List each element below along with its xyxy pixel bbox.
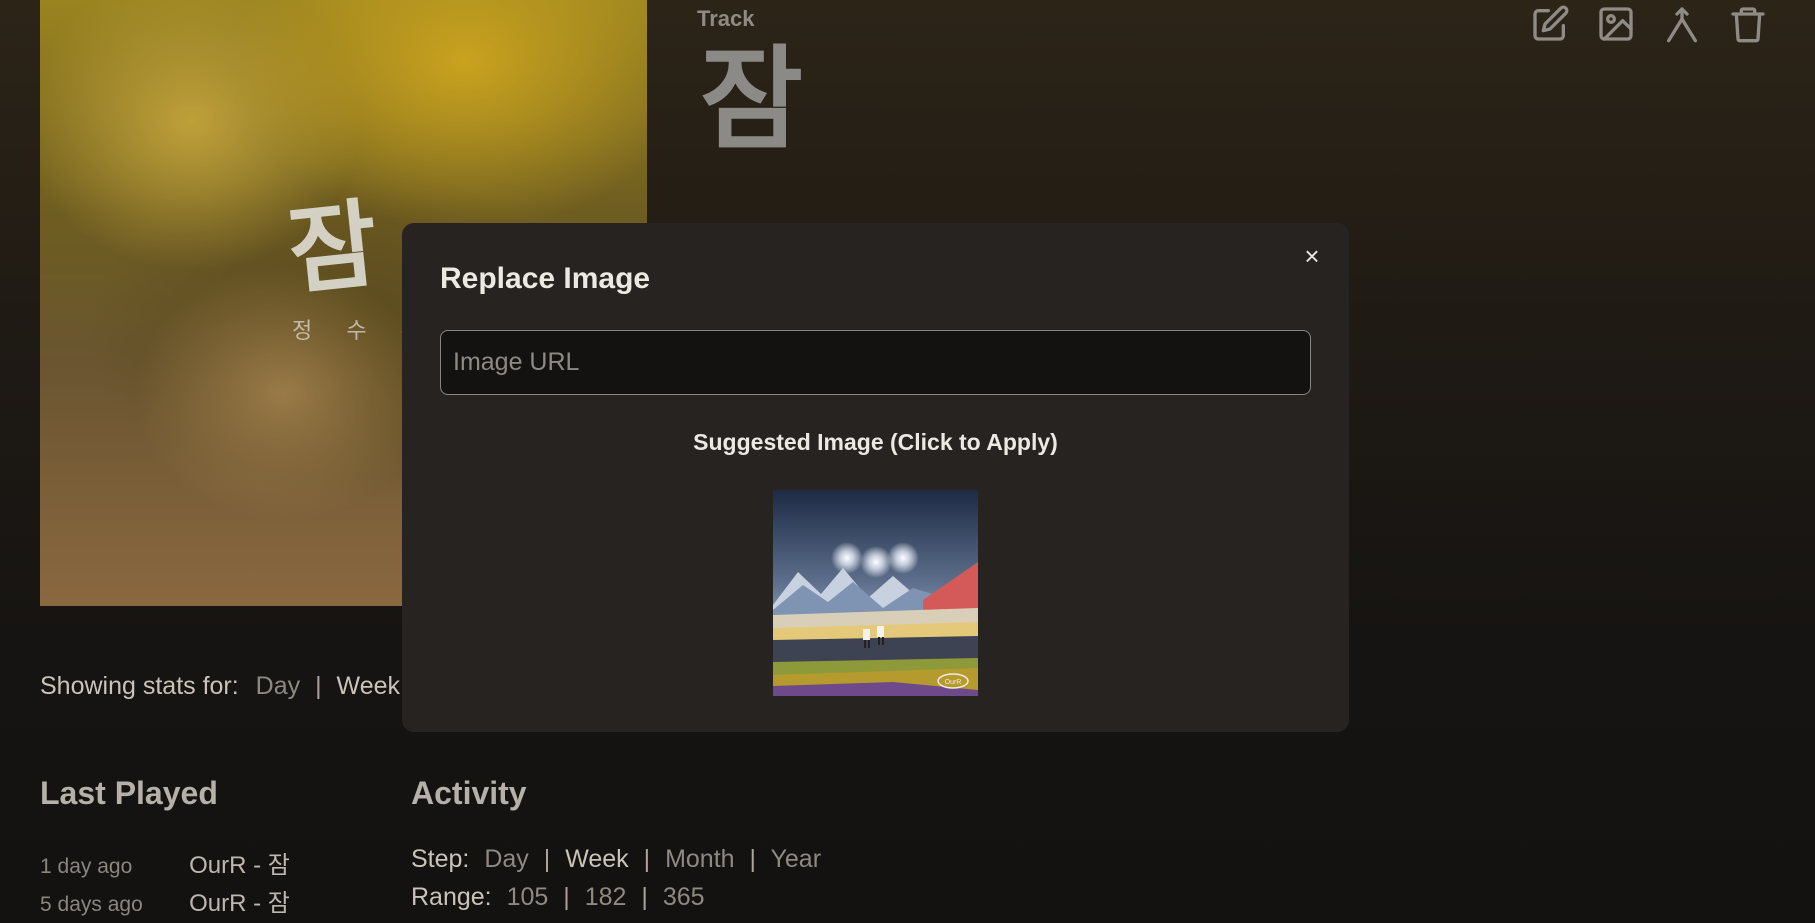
range-option-365[interactable]: 365 (663, 883, 705, 911)
separator: | (563, 883, 570, 911)
played-track-link[interactable]: OurR - 잠 (189, 852, 290, 879)
stats-option-week[interactable]: Week (337, 672, 400, 700)
separator: | (543, 845, 551, 873)
replace-image-modal: Replace Image × Suggested Image (Click t… (402, 223, 1349, 732)
played-time: 5 days ago (40, 893, 143, 916)
page-title: 잠 (700, 37, 804, 162)
edit-icon (1533, 5, 1569, 41)
list-item: 5 days ago OurR - 잠 (40, 883, 290, 918)
list-item: 1 day ago OurR - 잠 (40, 845, 290, 880)
step-option-day[interactable]: Day (484, 845, 528, 873)
separator: | (749, 845, 757, 873)
step-option-week[interactable]: Week (565, 845, 628, 873)
replace-image-button[interactable] (1596, 2, 1636, 46)
cover-title: 잠 (283, 186, 383, 309)
range-option-182[interactable]: 182 (585, 883, 627, 911)
stats-label: Showing stats for: (40, 672, 239, 700)
merge-button[interactable] (1662, 2, 1702, 46)
toolbar (1530, 2, 1768, 46)
image-url-input[interactable] (440, 330, 1311, 395)
played-time: 1 day ago (40, 855, 133, 878)
delete-button[interactable] (1728, 2, 1768, 46)
played-track-link[interactable]: OurR - 잠 (189, 890, 290, 917)
activity-range-selector: Range: 105 | 182 | 365 (411, 883, 705, 912)
suggested-image-badge: OurR (945, 679, 962, 686)
edit-button[interactable] (1530, 2, 1570, 46)
step-option-year[interactable]: Year (771, 845, 822, 873)
range-option-105[interactable]: 105 (507, 883, 549, 911)
separator: | (641, 883, 648, 911)
suggested-image[interactable]: OurR (773, 490, 978, 696)
activity-title: Activity (411, 775, 527, 811)
type-label: Track (697, 6, 755, 31)
stats-option-day[interactable]: Day (256, 672, 300, 700)
modal-title: Replace Image (440, 262, 651, 295)
stats-period-selector: Showing stats for: Day | Week | (40, 672, 429, 701)
suggested-image-label: Suggested Image (Click to Apply) (693, 429, 1058, 455)
trash-icon (1731, 7, 1765, 43)
step-option-month[interactable]: Month (665, 845, 734, 873)
separator: | (643, 845, 651, 873)
suggested-image-artwork: OurR (773, 490, 978, 696)
close-icon[interactable]: × (1297, 241, 1327, 271)
step-label: Step: (411, 845, 470, 873)
image-icon (1599, 7, 1633, 41)
merge-icon (1667, 7, 1697, 43)
range-label: Range: (411, 883, 492, 911)
activity-step-selector: Step: Day | Week | Month | Year (411, 845, 821, 874)
last-played-title: Last Played (40, 775, 218, 811)
separator: | (315, 672, 322, 700)
